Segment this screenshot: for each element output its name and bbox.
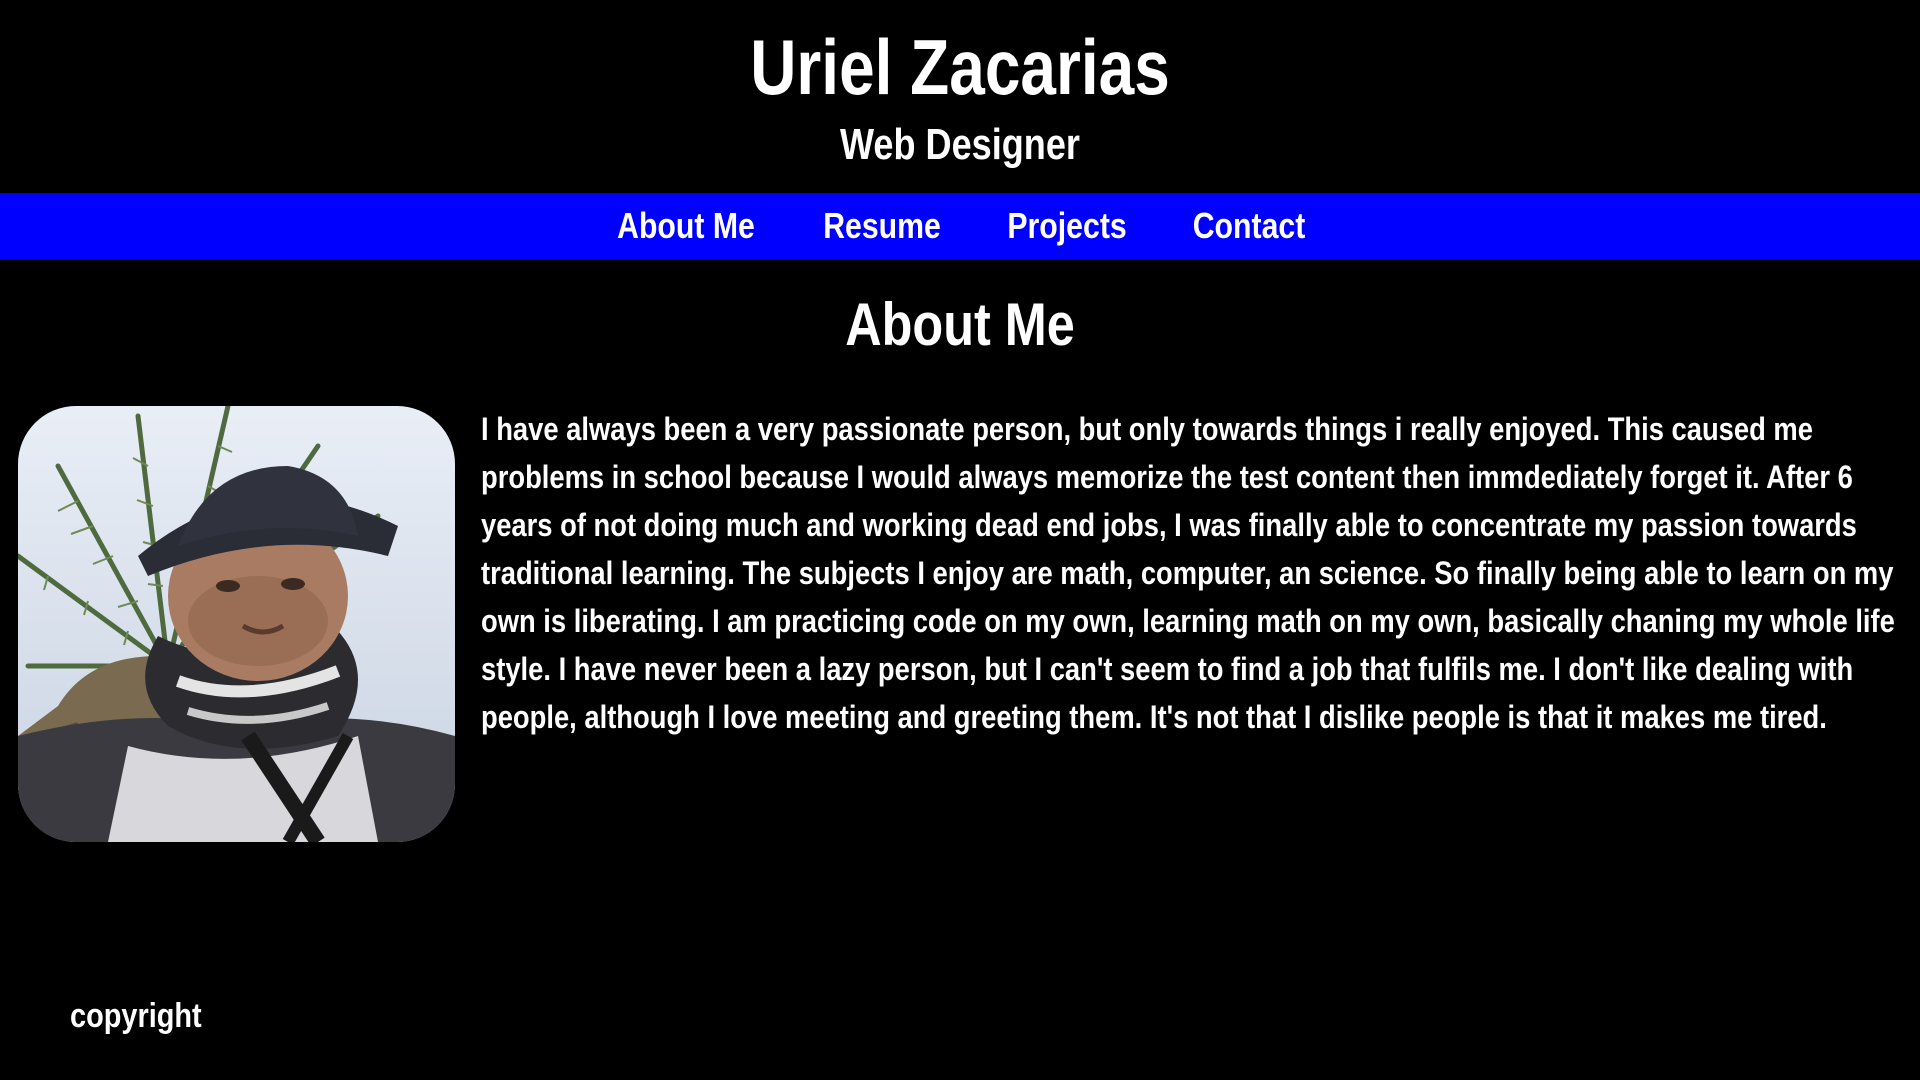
site-footer: copyright [0, 963, 1920, 1080]
nav-item-projects[interactable]: Projects [992, 205, 1142, 247]
main-nav: About Me Resume Projects Contact [0, 193, 1920, 259]
nav-item-resume[interactable]: Resume [808, 205, 956, 247]
site-header: Uriel Zacarias Web Designer [0, 0, 1920, 193]
nav-item-about-me[interactable]: About Me [602, 205, 770, 247]
bio-text: I have always been a very passionate per… [481, 405, 1920, 741]
bio-paragraph: I have always been a very passionate per… [481, 411, 1895, 735]
nav-item-contact[interactable]: Contact [1178, 205, 1321, 247]
site-role: Web Designer [840, 120, 1080, 169]
profile-photo [18, 406, 455, 842]
copyright-text: copyright [70, 997, 202, 1035]
site-name: Uriel Zacarias [750, 23, 1170, 111]
page-title: About Me [845, 291, 1075, 358]
